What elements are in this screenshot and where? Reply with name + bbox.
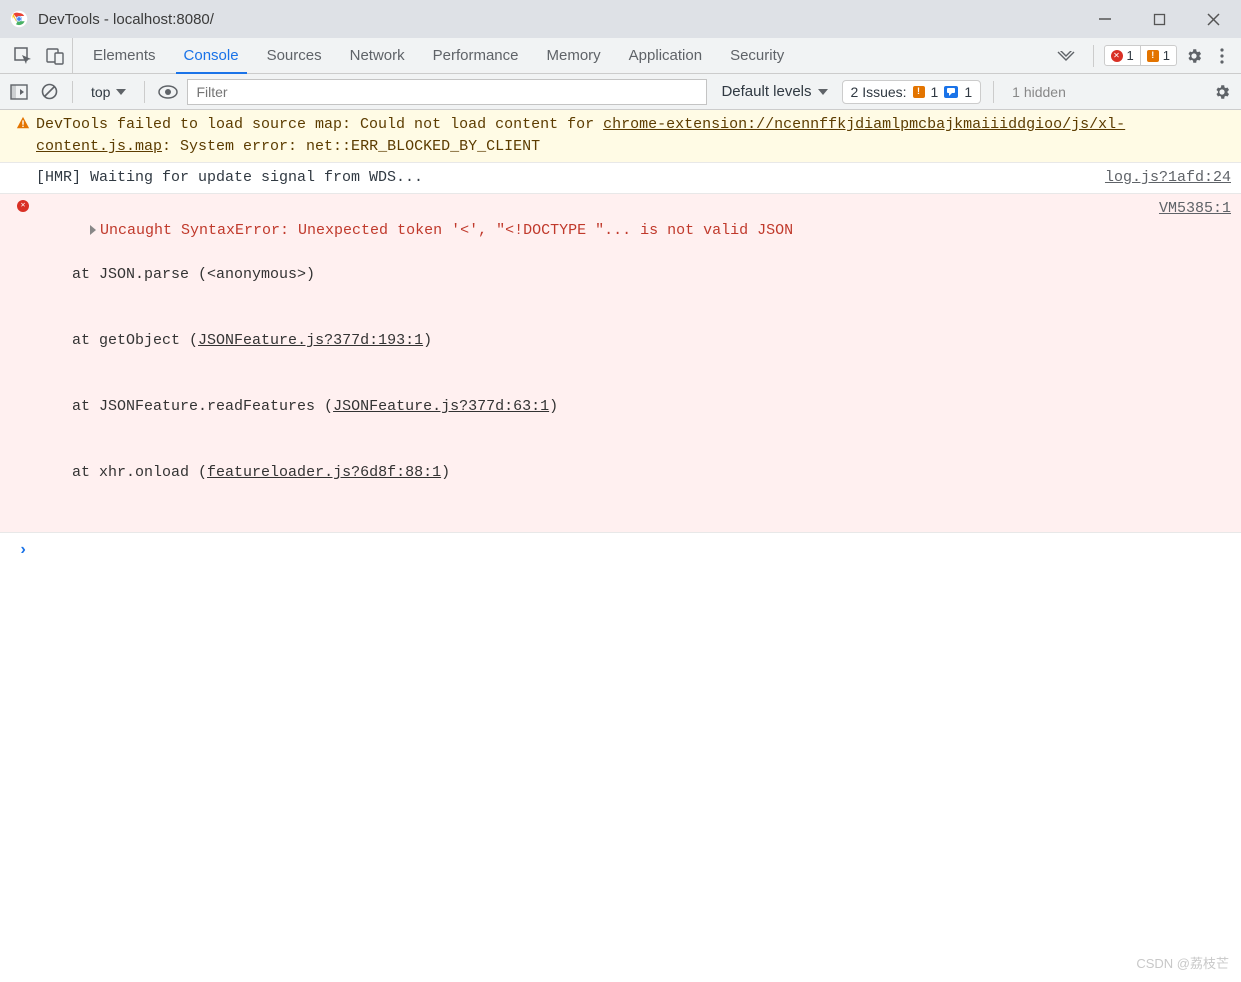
console-sidebar-toggle-icon[interactable] bbox=[8, 81, 30, 103]
context-selector[interactable]: top bbox=[85, 82, 132, 102]
device-toolbar-icon[interactable] bbox=[44, 45, 66, 67]
warn-text-post: : System error: net::ERR_BLOCKED_BY_CLIE… bbox=[162, 138, 540, 155]
disclosure-triangle-icon[interactable] bbox=[90, 225, 96, 235]
tab-security[interactable]: Security bbox=[716, 38, 798, 73]
tab-sources[interactable]: Sources bbox=[253, 38, 336, 73]
error-message: Uncaught SyntaxError: Unexpected token '… bbox=[100, 222, 793, 239]
console-settings-icon[interactable] bbox=[1211, 81, 1233, 103]
tabs-overflow-icon[interactable] bbox=[1049, 38, 1083, 73]
warning-icon: ! bbox=[1147, 50, 1159, 62]
console-output: DevTools failed to load source map: Coul… bbox=[0, 110, 1241, 982]
chevron-down-icon bbox=[818, 89, 828, 95]
log-levels-select[interactable]: Default levels bbox=[715, 83, 833, 100]
error-warning-badges[interactable]: ✕ 1 ! 1 bbox=[1104, 45, 1177, 66]
inspect-element-icon[interactable] bbox=[12, 45, 34, 67]
error-source-link[interactable]: VM5385:1 bbox=[1159, 200, 1231, 217]
tab-memory[interactable]: Memory bbox=[533, 38, 615, 73]
stack-line: at xhr.onload (featureloader.js?6d8f:88:… bbox=[36, 462, 1147, 484]
filter-input[interactable] bbox=[187, 79, 707, 105]
warning-icon: ! bbox=[913, 86, 925, 98]
settings-icon[interactable] bbox=[1183, 45, 1205, 67]
info-icon bbox=[944, 86, 958, 98]
issues-info-count: 1 bbox=[964, 84, 972, 100]
error-icon: ✕ bbox=[1111, 50, 1123, 62]
live-expression-icon[interactable] bbox=[157, 81, 179, 103]
stack-line: at JSON.parse (<anonymous>) bbox=[36, 264, 1147, 286]
console-log-row[interactable]: [HMR] Waiting for update signal from WDS… bbox=[0, 163, 1241, 194]
error-count: 1 bbox=[1127, 48, 1134, 63]
tab-performance[interactable]: Performance bbox=[419, 38, 533, 73]
console-filterbar: top Default levels 2 Issues: ! 1 1 1 hidd… bbox=[0, 74, 1241, 110]
tab-network[interactable]: Network bbox=[336, 38, 419, 73]
watermark: CSDN @荔枝芒 bbox=[1136, 953, 1229, 972]
stack-link[interactable]: featureloader.js?6d8f:88:1 bbox=[207, 464, 441, 481]
tab-elements[interactable]: Elements bbox=[79, 38, 170, 73]
chrome-logo-icon bbox=[10, 10, 28, 28]
stack-link[interactable]: JSONFeature.js?377d:193:1 bbox=[198, 332, 423, 349]
tab-application[interactable]: Application bbox=[615, 38, 716, 73]
console-prompt[interactable]: › bbox=[0, 533, 1241, 565]
maximize-button[interactable] bbox=[1149, 9, 1169, 29]
stack-link[interactable]: JSONFeature.js?377d:63:1 bbox=[333, 398, 549, 415]
warning-triangle-icon bbox=[16, 116, 30, 130]
console-warning-row[interactable]: DevTools failed to load source map: Coul… bbox=[0, 110, 1241, 163]
error-icon: ✕ bbox=[17, 200, 29, 212]
titlebar: DevTools - localhost:8080/ bbox=[0, 0, 1241, 38]
context-value: top bbox=[91, 84, 110, 100]
close-button[interactable] bbox=[1203, 9, 1223, 29]
warning-count: 1 bbox=[1163, 48, 1170, 63]
clear-console-icon[interactable] bbox=[38, 81, 60, 103]
devtools-tabbar: Elements Console Sources Network Perform… bbox=[0, 38, 1241, 74]
prompt-caret-icon: › bbox=[18, 539, 28, 561]
warn-text-pre: DevTools failed to load source map: Coul… bbox=[36, 116, 603, 133]
issues-warn-count: 1 bbox=[931, 84, 939, 100]
issues-label: 2 Issues: bbox=[851, 84, 907, 100]
window-title: DevTools - localhost:8080/ bbox=[38, 11, 214, 28]
stack-line: at JSONFeature.readFeatures (JSONFeature… bbox=[36, 396, 1147, 418]
tab-console[interactable]: Console bbox=[170, 38, 253, 73]
kebab-menu-icon[interactable] bbox=[1211, 45, 1233, 67]
tab-strip: Elements Console Sources Network Perform… bbox=[79, 38, 1049, 73]
log-source-link[interactable]: log.js?1afd:24 bbox=[1105, 169, 1231, 186]
log-text: [HMR] Waiting for update signal from WDS… bbox=[36, 167, 1093, 189]
chevron-down-icon bbox=[116, 89, 126, 95]
issues-pill[interactable]: 2 Issues: ! 1 1 bbox=[842, 80, 982, 104]
hidden-count[interactable]: 1 hidden bbox=[1006, 84, 1072, 100]
console-error-row[interactable]: ✕ Uncaught SyntaxError: Unexpected token… bbox=[0, 194, 1241, 533]
minimize-button[interactable] bbox=[1095, 9, 1115, 29]
levels-label: Default levels bbox=[721, 83, 811, 100]
stack-line: at getObject (JSONFeature.js?377d:193:1) bbox=[36, 330, 1147, 352]
